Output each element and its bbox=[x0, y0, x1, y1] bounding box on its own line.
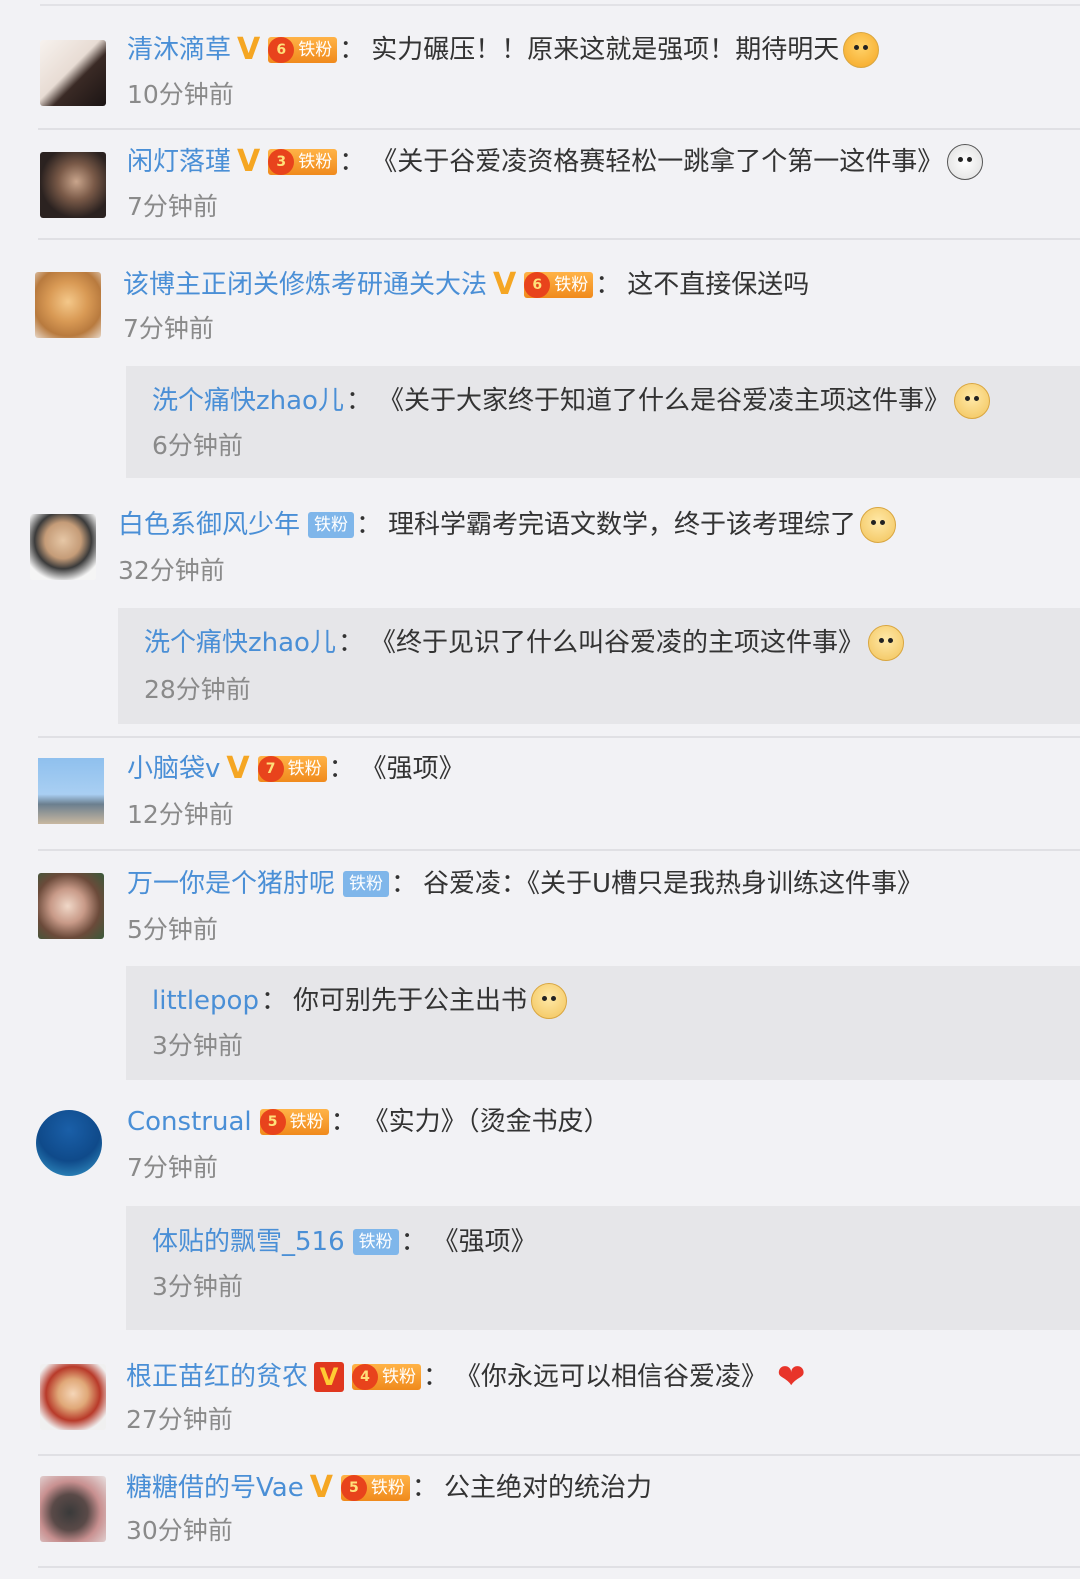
avatar[interactable] bbox=[30, 514, 96, 580]
comment-time: 7分钟前 bbox=[127, 192, 218, 221]
fan-badge[interactable]: 5 铁粉 bbox=[259, 1109, 329, 1135]
reply-time: 6分钟前 bbox=[152, 431, 243, 460]
avatar[interactable] bbox=[35, 272, 101, 338]
comment-text: 实力碾压！！原来这就是强项！期待明天 bbox=[371, 35, 840, 65]
reply-username-link[interactable]: 洗个痛快zhao儿 bbox=[144, 626, 336, 660]
comment-time: 7分钟前 bbox=[127, 1153, 218, 1182]
fan-badge[interactable]: 6 铁粉 bbox=[524, 272, 594, 298]
comment-time: 30分钟前 bbox=[126, 1516, 233, 1545]
comment-text: 《强项》 bbox=[360, 754, 465, 784]
fan-badge[interactable]: 铁粉 bbox=[352, 1229, 399, 1255]
username-link[interactable]: 清沐滴草 bbox=[127, 33, 231, 67]
fan-badge[interactable]: 5 铁粉 bbox=[340, 1475, 410, 1501]
comment-time: 32分钟前 bbox=[118, 556, 225, 585]
username-link[interactable]: 白色系御风少年 bbox=[118, 508, 300, 542]
fan-crown-icon: 7 bbox=[257, 756, 284, 782]
fan-badge[interactable]: 铁粉 bbox=[308, 512, 355, 538]
reply-time: 3分钟前 bbox=[152, 1031, 243, 1060]
verified-v-icon: V bbox=[226, 751, 250, 786]
kiss-emoji-icon bbox=[843, 32, 880, 68]
comment-time: 27分钟前 bbox=[126, 1405, 233, 1434]
username-link[interactable]: 万一你是个猪肘呢 bbox=[127, 867, 335, 901]
comment-feed: 清沐滴草 V 6 铁粉 ： 实力碾压！！原来这就是强项！期待明天 10分钟前 闲灯… bbox=[0, 0, 1080, 1579]
reply-box: 洗个痛快zhao儿 ： 《终于见识了什么叫谷爱凌的主项这件事》 28分钟前 bbox=[118, 608, 1080, 724]
reply-time: 28分钟前 bbox=[144, 675, 251, 704]
fan-badge[interactable]: 3 铁粉 bbox=[268, 149, 338, 175]
avatar[interactable] bbox=[40, 40, 106, 106]
username-link[interactable]: 该博主正闭关修炼考研通关大法 bbox=[123, 268, 487, 302]
fan-badge[interactable]: 4 铁粉 bbox=[352, 1364, 422, 1390]
verified-v-icon: V bbox=[237, 144, 261, 179]
reply-box: littlepop ： 你可别先于公主出书 3分钟前 bbox=[126, 966, 1080, 1080]
avatar[interactable] bbox=[38, 873, 104, 939]
divider bbox=[38, 238, 1080, 240]
comment-text: 这不直接保送吗 bbox=[627, 270, 810, 300]
comment-text: 公主绝对的统治力 bbox=[443, 1473, 652, 1503]
divider bbox=[38, 736, 1080, 738]
avatar[interactable] bbox=[40, 152, 106, 218]
reply-box: 体贴的飘雪_516 铁粉 ： 《强项》 3分钟前 bbox=[126, 1206, 1080, 1330]
fan-crown-icon: 5 bbox=[259, 1109, 286, 1135]
divider bbox=[38, 849, 1080, 851]
fan-crown-icon: 3 bbox=[268, 149, 295, 175]
reply-username-link[interactable]: 洗个痛快zhao儿 bbox=[152, 384, 344, 418]
username-link[interactable]: 闲灯落瑾 bbox=[127, 145, 231, 179]
verified-v-icon: V bbox=[314, 1362, 345, 1392]
avatar[interactable] bbox=[38, 758, 104, 824]
verified-v-icon: V bbox=[237, 32, 261, 67]
username-link[interactable]: 根正苗红的贫农 bbox=[126, 1360, 308, 1394]
doge-emoji-icon bbox=[868, 625, 904, 661]
username-link[interactable]: 糖糖借的号Vae bbox=[126, 1471, 304, 1505]
reply-text: 《终于见识了什么叫谷爱凌的主项这件事》 bbox=[369, 628, 864, 658]
reply-box: 洗个痛快zhao儿 ： 《关于大家终于知道了什么是谷爱凌主项这件事》 6分钟前 bbox=[126, 366, 1080, 478]
username-link[interactable]: Construal bbox=[127, 1105, 252, 1139]
comment-text: 《实力》（烫金书皮） bbox=[362, 1107, 610, 1137]
reply-text: 《关于大家终于知道了什么是谷爱凌主项这件事》 bbox=[377, 386, 950, 416]
comment-time: 12分钟前 bbox=[127, 800, 234, 829]
fan-badge[interactable]: 7 铁粉 bbox=[257, 756, 327, 782]
top-divider bbox=[40, 4, 1080, 6]
heart-icon: ❤ bbox=[777, 1357, 806, 1397]
comment-time: 7分钟前 bbox=[123, 314, 214, 343]
avatar[interactable] bbox=[40, 1364, 106, 1430]
fan-crown-icon: 6 bbox=[268, 37, 295, 63]
fan-badge[interactable]: 6 铁粉 bbox=[268, 37, 338, 63]
fan-crown-icon: 5 bbox=[340, 1475, 367, 1501]
reply-text: 你可别先于公主出书 bbox=[293, 986, 528, 1016]
divider bbox=[38, 1454, 1080, 1456]
reply-username-link[interactable]: 体贴的飘雪_516 bbox=[152, 1225, 345, 1259]
comment-text: 谷爱凌：《关于U槽只是我热身训练这件事》 bbox=[423, 869, 924, 899]
doge-emoji-icon bbox=[954, 383, 990, 419]
divider bbox=[38, 128, 1080, 130]
comment-time: 10分钟前 bbox=[127, 80, 234, 109]
fan-crown-icon: 4 bbox=[352, 1364, 379, 1390]
reply-time: 3分钟前 bbox=[152, 1272, 243, 1301]
comment-time: 5分钟前 bbox=[127, 915, 218, 944]
panda-emoji-icon bbox=[947, 144, 984, 180]
username-link[interactable]: 小脑袋v bbox=[127, 752, 220, 786]
fan-crown-icon: 6 bbox=[524, 272, 551, 298]
comment-text: 《你永远可以相信谷爱凌》 bbox=[455, 1362, 768, 1392]
verified-v-icon: V bbox=[493, 267, 517, 302]
comment-text: 《关于谷爱凌资格赛轻松一跳拿了个第一这件事》 bbox=[371, 147, 944, 177]
comment-text: 理科学霸考完语文数学，终于该考理综了 bbox=[388, 510, 857, 540]
avatar[interactable] bbox=[40, 1476, 106, 1542]
verified-v-icon: V bbox=[309, 1470, 333, 1505]
reply-text: 《强项》 bbox=[432, 1227, 537, 1257]
doge-emoji-icon bbox=[531, 983, 568, 1019]
doge-emoji-icon bbox=[860, 507, 897, 543]
avatar[interactable] bbox=[36, 1110, 102, 1176]
fan-badge[interactable]: 铁粉 bbox=[343, 871, 390, 897]
divider bbox=[38, 1566, 1080, 1568]
reply-username-link[interactable]: littlepop bbox=[152, 984, 259, 1018]
